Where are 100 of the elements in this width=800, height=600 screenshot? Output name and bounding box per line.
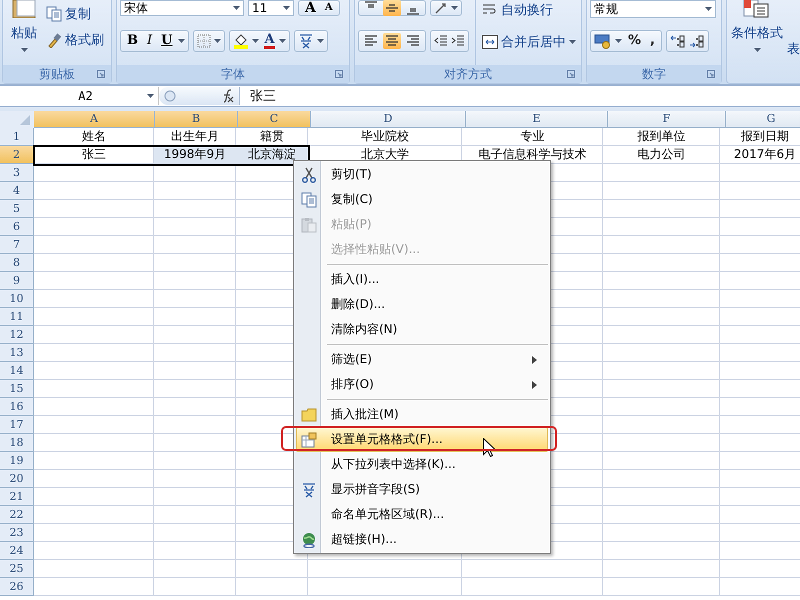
caret-icon[interactable] <box>569 40 576 44</box>
row-header[interactable]: 14 <box>0 362 34 380</box>
caret-icon[interactable] <box>615 39 622 43</box>
caret-icon[interactable] <box>214 39 222 43</box>
table-cell[interactable]: 专业 <box>462 128 603 145</box>
table-cell[interactable]: 毕业院校 <box>308 128 462 145</box>
wrap-text-button[interactable]: 自动换行 <box>482 0 576 20</box>
table-cell[interactable]: 报到单位 <box>603 128 720 145</box>
table-cell[interactable]: 北京大学 <box>308 146 462 163</box>
table-cell[interactable]: 报到日期 <box>720 128 800 145</box>
align-center-icon[interactable] <box>383 33 401 49</box>
decrease-indent-icon[interactable] <box>434 34 448 48</box>
column-header[interactable]: F <box>608 111 726 128</box>
grow-font-button[interactable]: A <box>302 1 319 15</box>
column-header[interactable]: C <box>238 111 311 128</box>
dialog-launcher-icon[interactable] <box>335 70 343 78</box>
text-orientation-icon[interactable] <box>434 1 448 15</box>
row-header[interactable]: 16 <box>0 398 34 416</box>
column-header[interactable]: D <box>311 111 466 128</box>
decrease-decimal-icon[interactable] <box>688 34 705 48</box>
row-header[interactable]: 1 <box>0 128 34 146</box>
row-header[interactable]: 24 <box>0 542 34 560</box>
table-cell[interactable]: 籍贯 <box>236 128 308 145</box>
table-cell[interactable]: 北京海淀 <box>236 146 308 163</box>
row-header[interactable]: 3 <box>0 164 34 182</box>
row-header[interactable]: 21 <box>0 488 34 506</box>
caret-icon[interactable] <box>178 39 186 43</box>
table-cell[interactable]: 电子信息科学与技术 <box>462 146 603 163</box>
dialog-launcher-icon[interactable] <box>97 70 105 78</box>
row-header[interactable]: 23 <box>0 524 34 542</box>
caret-icon[interactable] <box>147 94 154 98</box>
circle-handle-icon[interactable] <box>163 89 177 103</box>
row-header[interactable]: 26 <box>0 578 34 596</box>
caret-icon[interactable] <box>20 48 28 52</box>
name-box[interactable]: A2 <box>0 87 159 105</box>
row-header[interactable]: 5 <box>0 200 34 218</box>
font-name-dropdown[interactable]: 宋体 <box>120 0 244 16</box>
italic-button[interactable]: I <box>144 34 156 48</box>
column-header[interactable]: E <box>466 111 608 128</box>
increase-indent-icon[interactable] <box>451 34 465 48</box>
row-header[interactable]: 15 <box>0 380 34 398</box>
copy-button[interactable]: 复制 <box>46 4 104 24</box>
increase-decimal-icon[interactable] <box>670 34 686 48</box>
border-icon[interactable] <box>197 34 212 48</box>
caret-icon[interactable] <box>252 39 260 43</box>
menu-item[interactable]: 清除内容(N) <box>296 317 548 342</box>
caret-icon[interactable] <box>279 39 286 43</box>
column-header[interactable]: B <box>155 111 238 128</box>
caret-icon[interactable] <box>705 7 712 11</box>
merge-center-button[interactable]: 合并后居中 <box>482 32 576 52</box>
menu-item[interactable]: 筛选(E) <box>296 347 548 372</box>
table-cell[interactable]: 张三 <box>34 146 154 163</box>
column-header[interactable]: A <box>34 111 155 128</box>
bold-button[interactable]: B <box>124 34 141 48</box>
row-header[interactable]: 12 <box>0 326 34 344</box>
underline-button[interactable]: U <box>158 34 176 48</box>
caret-icon[interactable] <box>754 48 760 52</box>
dialog-launcher-icon[interactable] <box>567 70 575 78</box>
currency-icon[interactable] <box>594 33 612 49</box>
caret-icon[interactable] <box>283 6 290 10</box>
formula-field[interactable]: 张三 <box>240 87 276 105</box>
table-cell[interactable]: 电力公司 <box>603 146 720 163</box>
font-color-button[interactable]: A <box>262 34 276 48</box>
fill-color-icon[interactable] <box>233 33 250 49</box>
menu-item[interactable]: 剪切(T) <box>296 162 548 187</box>
font-size-dropdown[interactable]: 11 <box>248 0 294 16</box>
row-header[interactable]: 18 <box>0 434 34 452</box>
menu-item[interactable]: 显示拼音字段(S) <box>296 477 548 502</box>
caret-icon[interactable] <box>451 6 458 10</box>
row-header[interactable]: 10 <box>0 290 34 308</box>
row-header[interactable]: 17 <box>0 416 34 434</box>
row-header[interactable]: 6 <box>0 218 34 236</box>
dialog-launcher-icon[interactable] <box>707 70 715 78</box>
table-format-button[interactable]: 表 <box>787 40 800 83</box>
row-header[interactable]: 2 <box>0 146 34 164</box>
menu-item[interactable]: 排序(O) <box>296 372 548 397</box>
row-header[interactable]: 19 <box>0 452 34 470</box>
table-cell[interactable]: 2017年6月 <box>720 146 800 163</box>
caret-icon[interactable] <box>233 6 240 10</box>
caret-icon[interactable] <box>317 39 324 43</box>
shrink-font-button[interactable]: A <box>322 1 336 15</box>
menu-item[interactable]: 复制(C) <box>296 187 548 212</box>
row-header[interactable]: 20 <box>0 470 34 488</box>
table-cell[interactable]: 姓名 <box>34 128 154 145</box>
row-header[interactable]: 13 <box>0 344 34 362</box>
row-header[interactable]: 22 <box>0 506 34 524</box>
conditional-format-button[interactable]: 条件格式 <box>727 0 787 83</box>
menu-item[interactable]: 从下拉列表中选择(K)... <box>296 452 548 477</box>
paste-button[interactable]: 粘贴 <box>6 0 42 65</box>
row-header[interactable]: 11 <box>0 308 34 326</box>
menu-item[interactable]: 命名单元格区域(R)... <box>296 502 548 527</box>
percent-button[interactable]: % <box>625 34 644 48</box>
comma-button[interactable]: , <box>647 34 658 48</box>
menu-item[interactable]: 插入(I)... <box>296 267 548 292</box>
table-cell[interactable]: 出生年月 <box>154 128 236 145</box>
format-painter-button[interactable]: 格式刷 <box>46 30 104 50</box>
align-middle-icon[interactable] <box>383 0 401 16</box>
menu-item[interactable]: 超链接(H)... <box>296 527 548 552</box>
table-cell[interactable]: 1998年9月 <box>154 146 236 163</box>
column-header[interactable]: G <box>726 111 800 128</box>
